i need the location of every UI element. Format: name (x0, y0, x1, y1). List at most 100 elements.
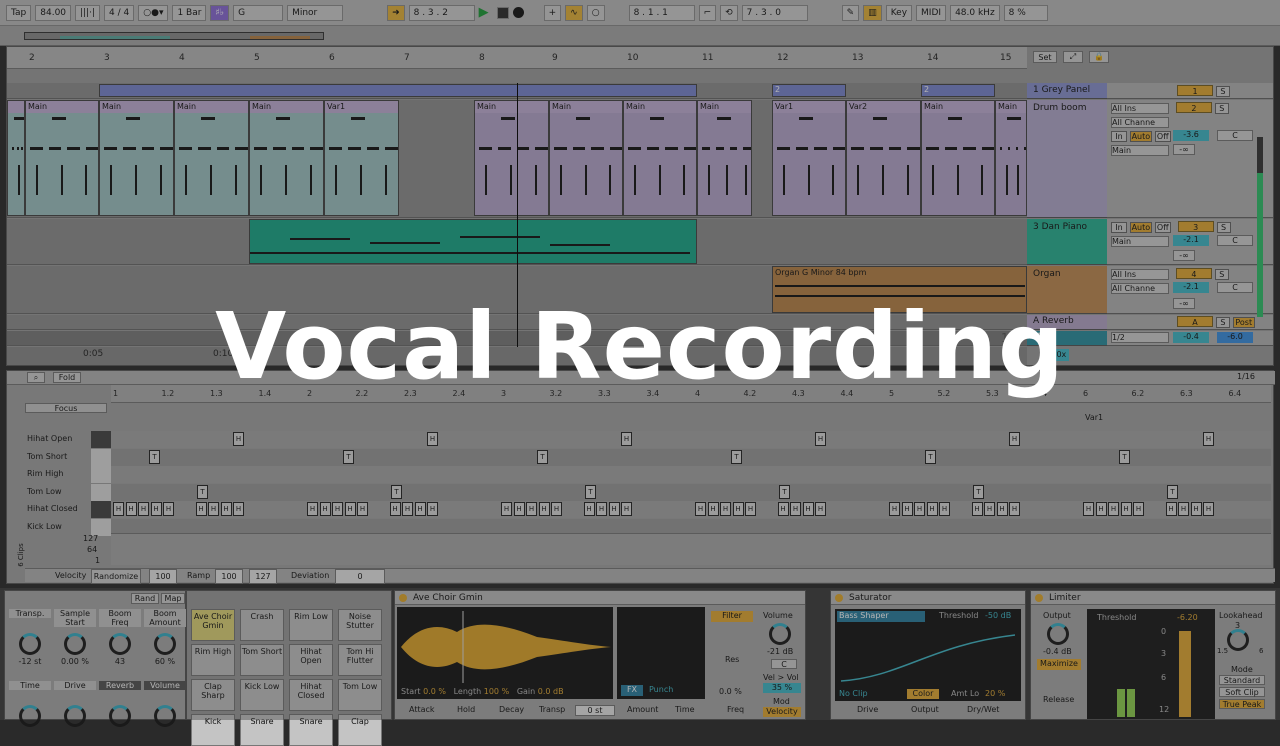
piano-key[interactable] (91, 518, 111, 536)
drum-pad[interactable]: Rim Low (289, 609, 333, 641)
punch-in-icon[interactable]: ⌐ (698, 4, 717, 21)
midi-note[interactable]: H (344, 502, 356, 516)
midi-note[interactable]: H (608, 502, 620, 516)
midi-note[interactable]: H (414, 502, 426, 516)
pan-field[interactable]: C (1217, 235, 1253, 246)
midi-note[interactable]: H (720, 502, 731, 516)
song-position[interactable]: 8 . 3 . 2 (408, 4, 475, 21)
clip[interactable] (99, 84, 697, 97)
piano-key[interactable] (91, 431, 111, 448)
note-row-label[interactable]: Tom Low (25, 484, 89, 500)
midi-note[interactable]: H (113, 502, 124, 516)
drum-clip[interactable] (7, 100, 25, 216)
midi-note[interactable]: H (357, 502, 368, 516)
midi-note[interactable]: H (513, 502, 525, 516)
midi-note[interactable]: H (621, 502, 632, 516)
midi-note[interactable]: H (501, 502, 512, 516)
midi-note[interactable]: H (389, 502, 401, 516)
focus-toggle[interactable]: Focus (25, 403, 107, 413)
midi-note[interactable]: H (1009, 502, 1020, 516)
macro-knob[interactable] (64, 705, 86, 727)
midi-note[interactable]: H (1165, 502, 1177, 516)
note-row-label[interactable]: Tom Short (25, 449, 89, 465)
metronome-icon[interactable]: |||·| (75, 4, 101, 21)
drum-clip[interactable]: Main (25, 100, 99, 216)
macro-knob[interactable] (109, 633, 131, 655)
arrangement-overview[interactable] (0, 26, 1280, 46)
key-scale-select[interactable]: Minor (287, 4, 344, 21)
device-power-icon[interactable] (1035, 594, 1043, 602)
note-row-label[interactable]: Hihat Closed (25, 501, 89, 517)
macro-knob[interactable] (154, 705, 176, 727)
mode-standard[interactable]: Standard (1219, 675, 1265, 685)
drum-pad[interactable]: Snare (289, 714, 333, 746)
mode-true-peak[interactable]: True Peak (1219, 699, 1265, 709)
track-activator[interactable]: 3 (1177, 221, 1214, 232)
drum-pad[interactable]: Tom Short (240, 644, 284, 676)
lock-icon[interactable]: 🔒 (1089, 51, 1109, 63)
scale-toggle-icon[interactable]: ♯♭ (210, 4, 230, 21)
volume-knob[interactable] (769, 623, 791, 645)
drum-clip[interactable]: Var2 (846, 100, 921, 216)
piano-key[interactable] (91, 466, 111, 483)
monitor-in[interactable]: In (1111, 131, 1127, 142)
solo-button[interactable]: S (1216, 222, 1231, 233)
drum-pad[interactable]: Kick Low (240, 679, 284, 711)
midi-note[interactable]: H (332, 502, 343, 516)
midi-note[interactable]: H (621, 432, 632, 446)
drum-clip[interactable]: Main (249, 100, 324, 216)
macro-knob[interactable] (64, 633, 86, 655)
monitor-off[interactable]: Off (1154, 222, 1171, 233)
midi-note[interactable]: T (925, 449, 936, 464)
amt-value[interactable]: 20 % (985, 689, 1005, 698)
midi-note[interactable]: H (939, 502, 950, 516)
midi-note[interactable]: H (319, 502, 331, 516)
automation-arm-icon[interactable]: ∿ (565, 4, 583, 21)
drum-clip[interactable]: Main (921, 100, 995, 216)
drum-pad[interactable]: Crash (240, 609, 284, 641)
midi-note[interactable]: H (583, 502, 595, 516)
vel-vol-value[interactable]: 35 % (763, 683, 801, 693)
piano-key[interactable] (91, 501, 111, 518)
velocity-lane[interactable]: 127 64 1 (83, 533, 1271, 565)
midi-note[interactable]: H (233, 502, 244, 516)
set-locator-button[interactable]: Set (1033, 51, 1057, 63)
note-row[interactable] (111, 431, 1271, 448)
tap-button[interactable]: Tap (6, 4, 32, 21)
draw-mode-icon[interactable]: ✎ (841, 4, 860, 21)
midi-note[interactable]: H (150, 502, 162, 516)
midi-note[interactable]: H (984, 502, 995, 516)
piano-clip[interactable] (249, 219, 697, 264)
ramp-end[interactable]: 127 (249, 569, 277, 584)
drum-clip[interactable]: Var1 (324, 100, 399, 216)
stop-icon[interactable] (496, 6, 509, 19)
loop-icon[interactable]: ⟲ (720, 4, 738, 21)
midi-note[interactable]: H (889, 502, 900, 516)
drum-pad[interactable]: Clap (338, 714, 382, 746)
deviation-value[interactable]: 0 (335, 569, 385, 584)
rand-button[interactable]: Rand (131, 593, 159, 604)
drum-pad[interactable]: Clap Sharp (191, 679, 235, 711)
velocity-value[interactable]: 100 (149, 569, 177, 584)
midi-note[interactable]: H (138, 502, 149, 516)
midi-note[interactable]: H (1009, 432, 1020, 446)
midi-note[interactable]: T (343, 449, 354, 464)
device-power-icon[interactable] (835, 594, 843, 602)
volume-field[interactable]: -3.6 (1173, 130, 1209, 141)
midi-note[interactable]: H (551, 502, 562, 516)
midi-note[interactable]: H (815, 432, 826, 446)
midi-note[interactable]: H (1133, 502, 1144, 516)
midi-note[interactable]: H (125, 502, 137, 516)
drum-pad[interactable]: Hihat Open (289, 644, 333, 676)
midi-note[interactable]: T (731, 449, 742, 464)
midi-note[interactable]: T (1119, 449, 1130, 464)
midi-note[interactable]: H (1108, 502, 1119, 516)
drum-clip[interactable]: Main (623, 100, 697, 216)
input-channel-select[interactable]: All Channe (1111, 117, 1169, 128)
threshold-meter-panel[interactable]: Threshold -6.20 0 3 6 12 (1087, 609, 1215, 719)
output-select[interactable]: Main (1111, 145, 1169, 156)
midi-note[interactable]: H (526, 502, 537, 516)
macro-knob[interactable] (19, 705, 41, 727)
note-row-label[interactable]: Hihat Open (25, 431, 89, 447)
loop-start[interactable]: 8 . 1 . 1 (628, 4, 695, 21)
